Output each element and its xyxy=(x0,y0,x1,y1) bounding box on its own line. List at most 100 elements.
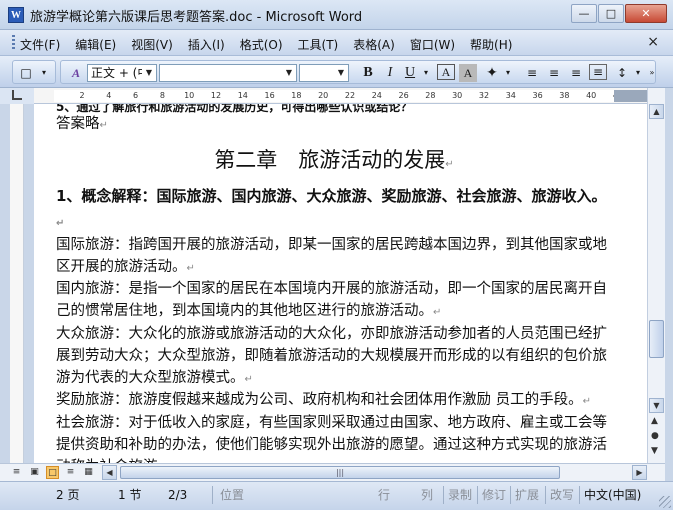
status-separator xyxy=(510,486,511,504)
word-doc-icon[interactable]: W xyxy=(8,7,24,23)
menu-view[interactable]: 视图(V) xyxy=(131,36,173,53)
document-page[interactable]: 5、通过了解旅行和旅游活动的发展历史，可得出哪些认识或结论？ 答案略↵ 第二章 … xyxy=(34,104,647,463)
scroll-down-button[interactable]: ▼ xyxy=(649,398,664,413)
format-toolbar-group: A 正文 + (中) ▼ ▼ ▼ B I U ▾ A A ✦ ▾ ≡ ≡ ≡ ≡… xyxy=(60,60,656,84)
section-heading: 1、概念解释：国际旅游、国内旅游、大众旅游、奖励旅游、社会旅游、旅游收入。 ↵ xyxy=(56,185,612,235)
vertical-scroll-thumb[interactable] xyxy=(649,320,664,358)
paragraph-text: 奖励旅游：旅游度假越来越成为公司、政府机构和社会团体用作激励 员工的手段。 xyxy=(56,392,583,409)
status-section[interactable]: 1 节 xyxy=(118,487,141,503)
ruler-tick-label: 12 xyxy=(210,91,222,100)
font-combo[interactable]: ▼ xyxy=(159,64,297,82)
close-document-button[interactable]: × xyxy=(647,34,659,50)
vertical-scrollbar[interactable]: ▲ ▼ ▲ ● ▼ xyxy=(647,88,665,463)
styles-pane-icon[interactable]: A xyxy=(67,64,85,82)
status-separator xyxy=(579,486,580,504)
status-language[interactable]: 中文(中国) xyxy=(584,487,641,503)
chevron-down-icon[interactable]: ▼ xyxy=(282,65,296,81)
ruler-tick-label: 22 xyxy=(344,91,356,100)
menu-window[interactable]: 窗口(W) xyxy=(410,36,455,53)
formatting-toolbar: □ ▾ A 正文 + (中) ▼ ▼ ▼ B I U ▾ A A ✦ ▾ ≡ ≡… xyxy=(0,56,673,88)
minimize-icon: — xyxy=(578,7,590,20)
bold-button[interactable]: B xyxy=(359,64,377,82)
outline-view-icon[interactable]: ≡ xyxy=(64,466,77,479)
menu-format[interactable]: 格式(O) xyxy=(240,36,283,53)
scroll-up-button[interactable]: ▲ xyxy=(649,104,664,119)
ruler-tick-label: 10 xyxy=(184,91,195,100)
status-line[interactable]: 行 xyxy=(378,487,390,503)
char-scale-dropdown-icon[interactable]: ▾ xyxy=(499,64,517,82)
close-window-button[interactable]: ✕ xyxy=(625,4,667,23)
paragraph-mass: 大众旅游：大众化的旅游或旅游活动的大众化，亦即旅游活动参加者的人员范围已经扩展到… xyxy=(56,324,612,390)
menu-list: 文件(F) 编辑(E) 视图(V) 插入(I) 格式(O) 工具(T) 表格(A… xyxy=(20,36,527,53)
print-layout-icon[interactable]: □ xyxy=(46,466,59,479)
reading-layout-icon[interactable]: ▦ xyxy=(82,466,95,479)
maximize-button[interactable]: □ xyxy=(598,4,624,23)
paragraph-incentive: 奖励旅游：旅游度假越来越成为公司、政府机构和社会团体用作激励 员工的手段。↵ xyxy=(56,390,612,413)
menu-help[interactable]: 帮助(H) xyxy=(470,36,512,53)
status-rec[interactable]: 录制 xyxy=(448,487,472,503)
ruler-tick-label: 36 xyxy=(532,91,543,100)
chapter-title: 第二章 旅游活动的发展↵ xyxy=(56,145,612,180)
ruler-tick-label: 18 xyxy=(291,91,302,100)
scroll-right-button[interactable]: ▶ xyxy=(632,465,647,480)
menu-grip-handle[interactable] xyxy=(12,35,15,51)
ruler-tick-label: 4 xyxy=(106,91,112,100)
chapter-title-text: 第二章 旅游活动的发展 xyxy=(214,147,446,172)
menu-table[interactable]: 表格(A) xyxy=(353,36,395,53)
vertical-ruler[interactable] xyxy=(10,104,24,463)
next-page-icon[interactable]: ▼ xyxy=(651,446,658,456)
underline-options-icon[interactable]: ▾ xyxy=(417,64,435,82)
paragraph-mark: ↵ xyxy=(582,396,591,408)
status-separator xyxy=(477,486,478,504)
font-size-combo[interactable]: ▼ xyxy=(299,64,349,82)
status-position[interactable]: 位置 xyxy=(220,487,244,503)
scroll-left-button[interactable]: ◀ xyxy=(102,465,117,480)
status-trk[interactable]: 修订 xyxy=(482,487,506,503)
paragraph-mark: ↵ xyxy=(56,217,65,229)
status-column[interactable]: 列 xyxy=(421,487,433,503)
ruler-tick-label: 16 xyxy=(264,91,275,100)
status-page-of[interactable]: 2/3 xyxy=(168,487,187,503)
new-document-icon[interactable]: □ xyxy=(17,64,35,82)
minimize-button[interactable]: — xyxy=(571,4,597,23)
char-shading-button[interactable]: A xyxy=(459,64,477,82)
toolbar-overflow-icon[interactable]: » xyxy=(643,64,661,82)
status-ovr[interactable]: 改写 xyxy=(550,487,574,503)
align-left-icon[interactable]: ≡ xyxy=(523,64,541,82)
status-ext[interactable]: 扩展 xyxy=(515,487,539,503)
menu-file[interactable]: 文件(F) xyxy=(20,36,60,53)
web-layout-icon[interactable]: ▣ xyxy=(28,466,41,479)
resize-grip[interactable] xyxy=(659,496,671,508)
browse-object-icon[interactable]: ● xyxy=(651,431,659,441)
window-controls: — □ ✕ xyxy=(570,4,667,23)
ruler-tick-label: 2 xyxy=(79,91,85,100)
close-icon: ✕ xyxy=(641,7,651,20)
chevron-down-icon[interactable]: ▼ xyxy=(142,65,156,81)
align-right-icon[interactable]: ≡ xyxy=(567,64,585,82)
previous-page-icon[interactable]: ▲ xyxy=(651,416,658,426)
arrow-left-icon: ◀ xyxy=(106,468,113,477)
horizontal-bar: ≡ ▣ □ ≡ ▦ ◀ ||| ▶ xyxy=(0,463,665,481)
menu-edit[interactable]: 编辑(E) xyxy=(75,36,116,53)
document-body[interactable]: 5、通过了解旅行和旅游活动的发展历史，可得出哪些认识或结论？ 答案略↵ 第二章 … xyxy=(56,104,612,463)
status-separator xyxy=(212,486,213,504)
paragraph-text: 社会旅游：对于低收入的家庭，有些国家则采取通过由国家、地方政府、雇主或工会等提供… xyxy=(56,415,607,463)
tab-selector[interactable] xyxy=(0,88,34,104)
char-border-button[interactable]: A xyxy=(437,64,455,80)
menu-insert[interactable]: 插入(I) xyxy=(188,36,225,53)
align-center-icon[interactable]: ≡ xyxy=(545,64,563,82)
justify-icon[interactable]: ≡ xyxy=(589,64,607,80)
status-page[interactable]: 2 页 xyxy=(56,487,79,503)
normal-view-icon[interactable]: ≡ xyxy=(10,466,23,479)
style-combo[interactable]: 正文 + (中) ▼ xyxy=(87,64,157,82)
horizontal-ruler[interactable]: 24681012141618202224262830323436384042 xyxy=(0,88,657,104)
paragraph-mark: ↵ xyxy=(244,373,253,385)
menu-tools[interactable]: 工具(T) xyxy=(298,36,339,53)
chevron-down-icon[interactable]: ▼ xyxy=(334,65,348,81)
toolbar-options-icon[interactable]: ▾ xyxy=(35,64,53,82)
ruler-tick-label: 6 xyxy=(133,91,139,100)
horizontal-scroll-thumb[interactable]: ||| xyxy=(120,466,560,479)
ruler-tick-label: 8 xyxy=(159,91,165,100)
ruler-scale: 24681012141618202224262830323436384042 xyxy=(54,90,623,102)
italic-button[interactable]: I xyxy=(381,64,399,82)
